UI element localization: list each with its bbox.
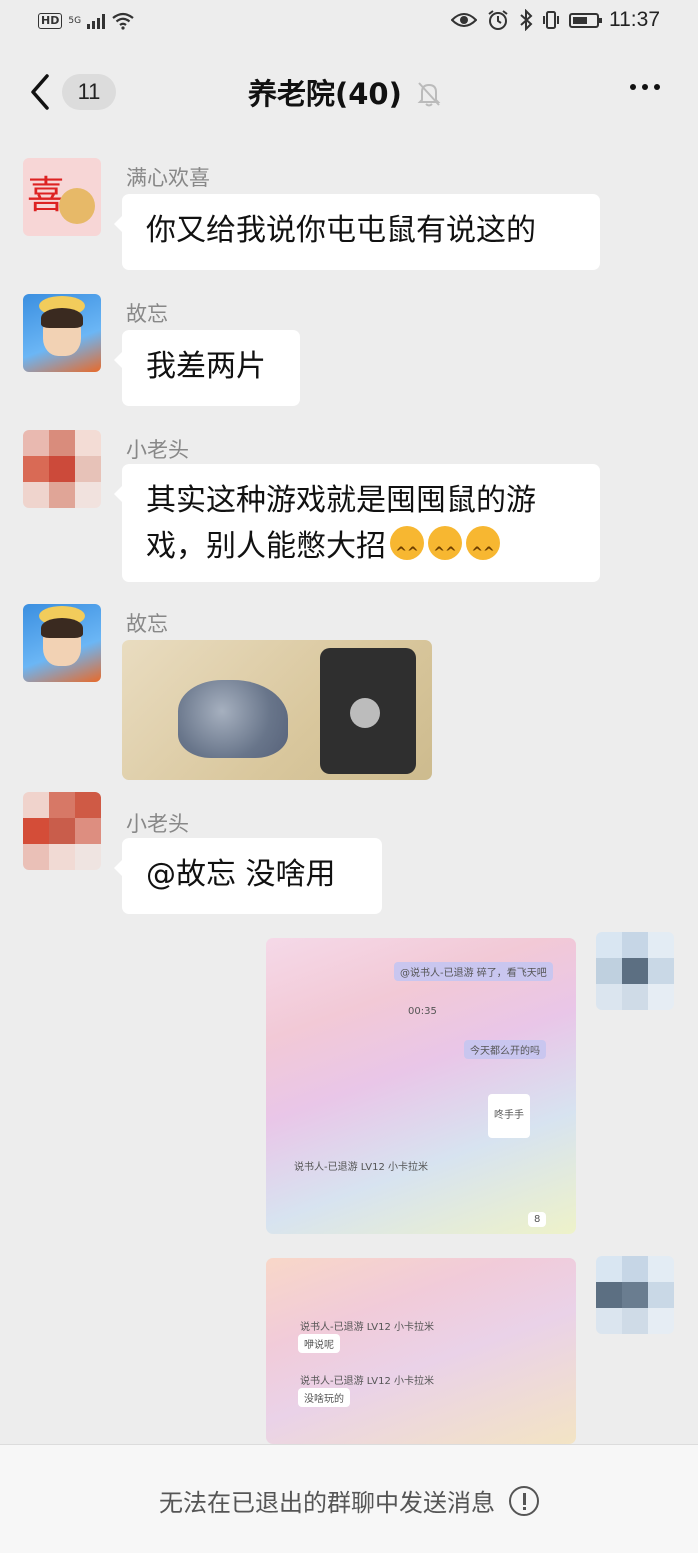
- status-bar-left: HD 5G: [38, 12, 135, 30]
- vibrate-icon: [543, 11, 559, 29]
- screenshot-chip: 咚手手: [488, 1094, 530, 1138]
- sender-name: 满心欢喜: [126, 166, 210, 190]
- avatar[interactable]: 喜: [23, 158, 101, 236]
- screenshot-chip: 今天都么开的吗: [464, 1040, 546, 1059]
- message-bubble[interactable]: 其实这种游戏就是囤囤鼠的游戏，别人能憋大招: [114, 464, 600, 582]
- chat-title: 养老院(40): [248, 77, 402, 111]
- screenshot-chip: @说书人-已退游 碎了，看飞天吧: [394, 962, 553, 981]
- wifi-icon: [112, 12, 134, 30]
- game-screenshot-image[interactable]: [122, 640, 432, 780]
- screenshot-chip: 说书人-已退游 LV12 小卡拉米: [300, 1376, 435, 1387]
- back-icon[interactable]: [28, 72, 52, 112]
- info-icon[interactable]: [509, 1485, 539, 1516]
- message-bubble[interactable]: 你又给我说你屯屯鼠有说这的: [114, 194, 600, 270]
- squint-emoji-icon: [466, 526, 500, 576]
- my-avatar[interactable]: [596, 1256, 674, 1334]
- avatar[interactable]: [23, 792, 101, 870]
- message-bubble[interactable]: @故忘 没啥用: [114, 838, 382, 914]
- squint-emoji-icon: [390, 526, 424, 576]
- message-item: 喜 满心欢喜 你又给我说你屯屯鼠有说这的: [0, 158, 698, 278]
- input-disabled-bar: 无法在已退出的群聊中发送消息: [0, 1444, 698, 1553]
- alarm-icon: [488, 10, 508, 30]
- message-item: 故忘 我差两片: [0, 294, 698, 410]
- my-avatar[interactable]: [596, 932, 674, 1010]
- bluetooth-icon: [520, 9, 533, 31]
- footer-row: 无法在已退出的群聊中发送消息: [0, 1483, 698, 1518]
- cannot-send-notice: 无法在已退出的群聊中发送消息: [159, 1489, 495, 1517]
- avatar[interactable]: [23, 294, 101, 372]
- message-bubble[interactable]: 我差两片: [114, 330, 300, 406]
- signal-icon: [87, 13, 106, 29]
- status-bar-right: 11:37: [451, 8, 660, 32]
- screenshot-chip: 咿说呢: [298, 1334, 340, 1353]
- sender-name: 小老头: [126, 438, 189, 462]
- hd-indicator: HD: [38, 13, 63, 29]
- avatar-dog-decoration: [59, 188, 95, 224]
- clock: 11:37: [609, 8, 660, 31]
- screenshot-chip: 00:35: [408, 1006, 437, 1017]
- message-item: 小老头 其实这种游戏就是囤囤鼠的游戏，别人能憋大招: [0, 430, 698, 584]
- sender-name: 小老头: [126, 812, 189, 836]
- eye-icon: [451, 13, 477, 27]
- battery-icon: [569, 12, 602, 28]
- sender-name: 故忘: [126, 302, 168, 326]
- message-item: 小老头 @故忘 没啥用: [0, 792, 698, 918]
- status-bar: HD 5G 11:37: [0, 0, 698, 46]
- network-type: 5G: [68, 15, 82, 26]
- sender-name: 故忘: [126, 612, 168, 636]
- screenshot-chip: 没啥玩的: [298, 1388, 350, 1407]
- screenshot-chip: 说书人-已退游 LV12 小卡拉米: [300, 1322, 435, 1333]
- squint-emoji-icon: [428, 526, 462, 576]
- unread-count-badge[interactable]: 11: [62, 74, 116, 110]
- screenshot-chip: 8: [528, 1212, 547, 1227]
- avatar[interactable]: [23, 604, 101, 682]
- dragon-figure: [178, 680, 288, 758]
- chat-header: 11 养老院(40): [0, 46, 698, 142]
- chat-screenshot-image[interactable]: @说书人-已退游 碎了，看飞天吧 00:35 今天都么开的吗 咚手手 说书人-已…: [266, 938, 576, 1234]
- avatar[interactable]: [23, 430, 101, 508]
- chat-screenshot-image[interactable]: 说书人-已退游 LV12 小卡拉米 咿说呢 说书人-已退游 LV12 小卡拉米 …: [266, 1258, 576, 1444]
- screenshot-chip: 说书人-已退游 LV12 小卡拉米: [294, 1162, 429, 1173]
- chat-title-area: 养老院(40): [248, 74, 442, 114]
- message-item: 故忘: [0, 604, 698, 784]
- more-icon[interactable]: [630, 84, 660, 90]
- phone-panel: [320, 648, 416, 774]
- mute-bell-icon: [417, 82, 441, 107]
